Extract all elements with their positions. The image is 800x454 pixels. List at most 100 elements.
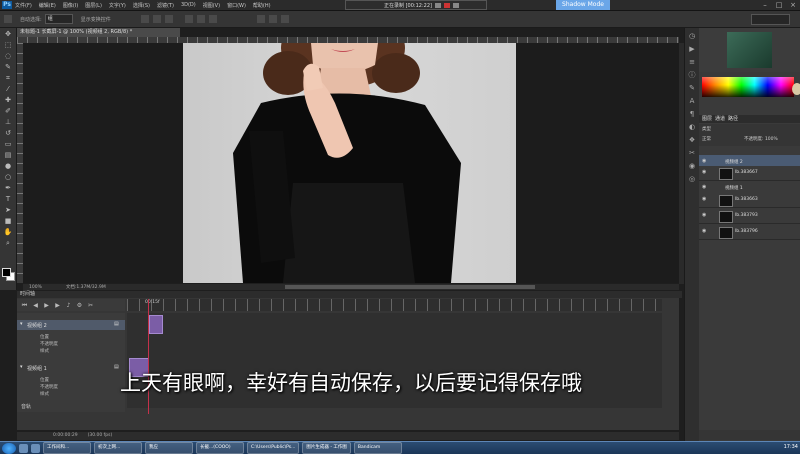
visibility-eye-icon[interactable]: ◉: [702, 159, 707, 164]
taskbar-item[interactable]: 初次上网...: [94, 442, 142, 454]
split-icon[interactable]: ✂: [87, 302, 94, 309]
close-icon[interactable]: ×: [788, 1, 798, 9]
type-tool-icon[interactable]: T: [3, 194, 13, 204]
taskbar-item[interactable]: 长截...(COOO): [196, 442, 244, 454]
menu-edit[interactable]: 编辑(E): [39, 2, 56, 9]
layer-row[interactable]: ◉ lb.383667: [699, 166, 800, 181]
timeline-track[interactable]: ▾ 视频组 2 ▤: [17, 320, 125, 330]
tab-channels[interactable]: 通道: [715, 115, 725, 123]
visibility-eye-icon[interactable]: ◉: [702, 213, 707, 218]
tab-paths[interactable]: 路径: [728, 115, 738, 123]
align-bottom-icon[interactable]: [164, 15, 173, 23]
tab-layers[interactable]: 图层: [702, 115, 712, 123]
previous-frame-icon[interactable]: ◀: [32, 302, 39, 309]
layer-row[interactable]: ◉ lb.383796: [699, 225, 800, 240]
go-to-first-frame-icon[interactable]: ⏮: [21, 302, 28, 309]
workspace-select[interactable]: [751, 14, 790, 25]
quick-launch-icon[interactable]: [31, 443, 40, 453]
pen-tool-icon[interactable]: ✒: [3, 183, 13, 193]
path-select-tool-icon[interactable]: ➤: [3, 205, 13, 215]
quick-launch-icon[interactable]: [19, 443, 28, 453]
timeline-ruler[interactable]: [127, 299, 662, 311]
visibility-eye-icon[interactable]: ◉: [702, 197, 707, 202]
tools-icon[interactable]: ✂: [688, 149, 697, 158]
timeline-tab[interactable]: 时间轴: [17, 291, 682, 298]
taskbar-item[interactable]: Bandicam: [353, 442, 402, 454]
gradient-tool-icon[interactable]: ▤: [3, 150, 13, 160]
move-tool-icon[interactable]: ✥: [3, 29, 13, 39]
timeline-track[interactable]: ▾ 视频组 1 ▤: [17, 363, 125, 373]
show-transform-label[interactable]: 显示变换控件: [81, 16, 111, 23]
align-right-icon[interactable]: [208, 15, 217, 23]
marquee-tool-icon[interactable]: ⬚: [3, 40, 13, 50]
scrollbar-thumb[interactable]: [285, 285, 535, 289]
menu-image[interactable]: 图像(I): [63, 2, 78, 9]
expand-arrow-icon[interactable]: ▾: [20, 364, 23, 370]
color-preview[interactable]: [727, 32, 772, 68]
eraser-tool-icon[interactable]: ▭: [3, 139, 13, 149]
visibility-eye-icon[interactable]: ◉: [702, 170, 707, 175]
menu-file[interactable]: 文件(F): [15, 2, 32, 9]
blend-mode-select[interactable]: 正常: [702, 136, 711, 142]
styles-icon[interactable]: ❖: [688, 136, 697, 145]
properties-icon[interactable]: ≡: [688, 58, 697, 67]
menu-type[interactable]: 文字(Y): [109, 2, 126, 9]
menu-window[interactable]: 窗口(W): [227, 2, 246, 9]
lasso-tool-icon[interactable]: ◌: [3, 51, 13, 61]
dodge-tool-icon[interactable]: ○: [3, 172, 13, 182]
align-center-icon[interactable]: [196, 15, 205, 23]
crop-tool-icon[interactable]: ⌗: [3, 73, 13, 83]
menu-view[interactable]: 视图(V): [203, 2, 220, 9]
align-middle-icon[interactable]: [152, 15, 161, 23]
zoom-tool-icon[interactable]: ⌕: [3, 238, 13, 248]
menu-help[interactable]: 帮助(H): [253, 2, 271, 9]
brush-icon[interactable]: ✎: [688, 84, 697, 93]
clone-stamp-tool-icon[interactable]: ⊥: [3, 117, 13, 127]
minimize-icon[interactable]: –: [760, 1, 770, 9]
video-clip[interactable]: [149, 315, 163, 334]
move-tool-icon[interactable]: [4, 15, 12, 23]
stop-icon[interactable]: [443, 2, 450, 8]
3d-mode-icon[interactable]: [256, 15, 265, 23]
next-frame-icon[interactable]: ▶: [54, 302, 61, 309]
visibility-eye-icon[interactable]: ◉: [702, 185, 707, 190]
color-swatches[interactable]: [2, 268, 15, 281]
clock[interactable]: 17:34: [784, 444, 798, 450]
quick-select-tool-icon[interactable]: ✎: [3, 62, 13, 72]
layer-kind-filter[interactable]: 类型: [702, 126, 711, 132]
paragraph-icon[interactable]: ¶: [688, 110, 697, 119]
blur-tool-icon[interactable]: ●: [3, 161, 13, 171]
3d-pan-icon[interactable]: [280, 15, 289, 23]
visibility-eye-icon[interactable]: ◉: [702, 229, 707, 234]
play-icon[interactable]: ▶: [43, 302, 50, 309]
navigator-icon[interactable]: ◉: [688, 162, 697, 171]
canvas-photo[interactable]: [183, 43, 516, 283]
document-tab[interactable]: 未标题-1 长截屏-1 @ 100% (视频组 2, RGB/8) *: [17, 28, 180, 37]
align-top-icon[interactable]: [140, 15, 149, 23]
character-icon[interactable]: A: [688, 97, 697, 106]
maximize-icon[interactable]: □: [774, 1, 784, 9]
history-brush-tool-icon[interactable]: ↺: [3, 128, 13, 138]
expand-arrow-icon[interactable]: ▾: [20, 321, 23, 327]
auto-select-dropdown[interactable]: 组: [44, 14, 73, 24]
info-icon[interactable]: ⓘ: [688, 71, 697, 80]
actions-icon[interactable]: ▶: [688, 45, 697, 54]
layer-row[interactable]: ◉ lb.383663: [699, 193, 800, 208]
align-left-icon[interactable]: [184, 15, 193, 23]
layer-row[interactable]: ◉ lb.383793: [699, 209, 800, 224]
3d-icon[interactable]: ◎: [688, 175, 697, 184]
brush-tool-icon[interactable]: ✐: [3, 106, 13, 116]
track-menu-icon[interactable]: ▤: [114, 364, 119, 370]
canvas-horizontal-scrollbar[interactable]: [23, 284, 679, 290]
taskbar-item[interactable]: 我应: [145, 442, 193, 454]
eyedropper-tool-icon[interactable]: ⁄: [3, 84, 13, 94]
adjust-icon[interactable]: ◐: [688, 123, 697, 132]
taskbar-item[interactable]: C:\Users\Public\Ps...: [247, 442, 300, 454]
menu-layer[interactable]: 图层(L): [85, 2, 102, 9]
pause-icon[interactable]: [434, 2, 441, 8]
menu-select[interactable]: 选择(S): [133, 2, 150, 9]
menu-3d[interactable]: 3D(D): [181, 2, 196, 8]
menu-filter[interactable]: 滤镜(T): [157, 2, 174, 9]
foreground-color[interactable]: [2, 268, 11, 277]
taskbar-item[interactable]: 图片生成器 - 工作图: [302, 442, 351, 454]
